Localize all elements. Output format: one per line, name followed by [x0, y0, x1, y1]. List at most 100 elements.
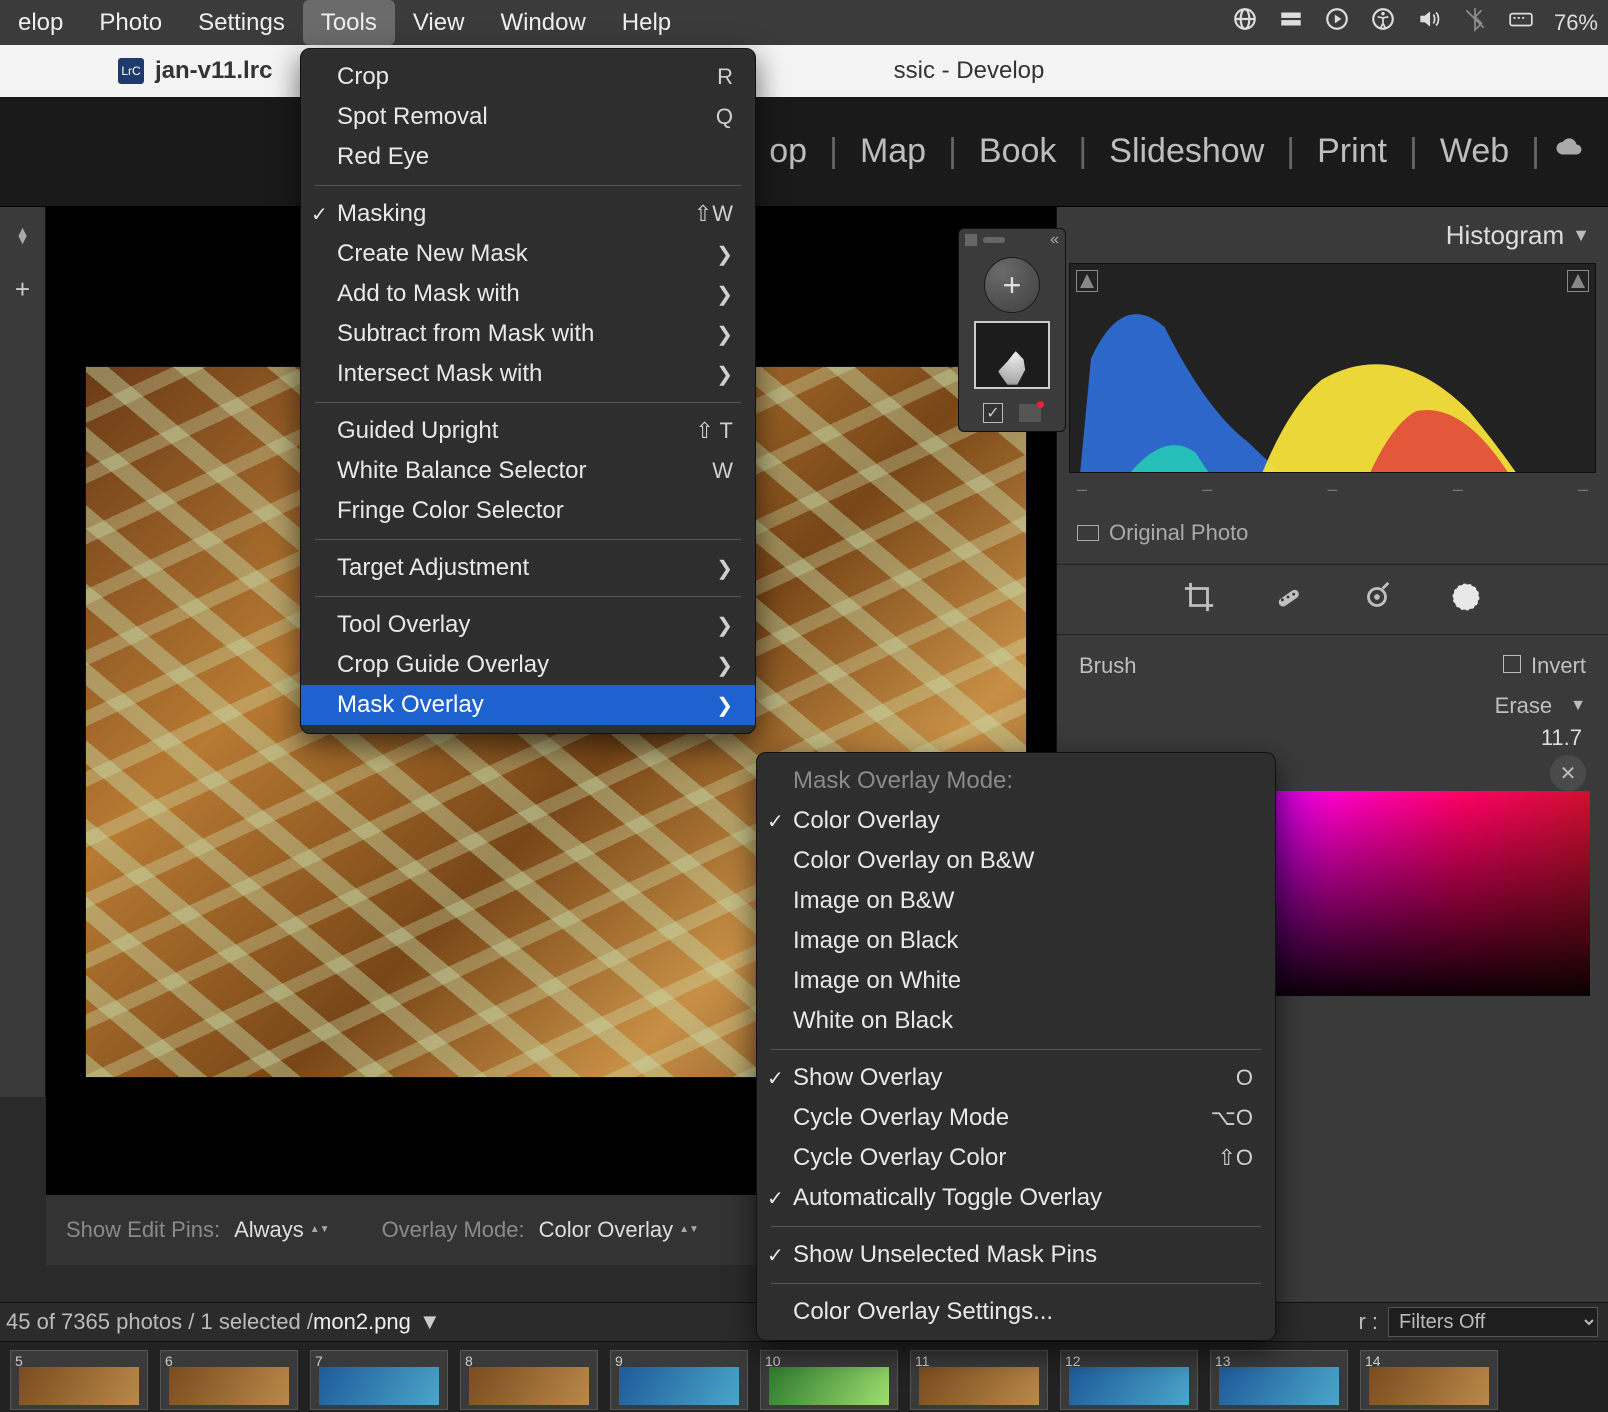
brush-label: Brush	[1079, 653, 1136, 679]
tools-menu-item[interactable]: Subtract from Mask with❯	[301, 314, 755, 354]
grip-icon	[983, 237, 1005, 243]
show-pins-label: Show Edit Pins:	[66, 1217, 220, 1243]
submenu-item[interactable]: ✓Color Overlay	[757, 801, 1275, 841]
menubar-item-settings[interactable]: Settings	[180, 0, 303, 45]
tools-menu-item[interactable]: Fringe Color Selector	[301, 491, 755, 531]
filmstrip[interactable]: 567891011121314	[0, 1342, 1608, 1412]
masking-tool-icon[interactable]	[1449, 580, 1483, 620]
volume-icon[interactable]	[1416, 6, 1442, 39]
histogram-label: Histogram	[1446, 220, 1564, 251]
filmstrip-thumb[interactable]: 6	[160, 1350, 298, 1410]
menubar-item[interactable]: elop	[0, 0, 81, 45]
module-slideshow[interactable]: Slideshow	[1087, 132, 1286, 171]
accessibility-icon[interactable]	[1370, 6, 1396, 39]
show-pins-value[interactable]: Always▲▼	[234, 1217, 329, 1243]
heal-tool-icon[interactable]	[1271, 580, 1305, 620]
histogram[interactable]	[1069, 263, 1596, 473]
filmstrip-thumb[interactable]: 8	[460, 1350, 598, 1410]
tools-menu-item[interactable]: Add to Mask with❯	[301, 274, 755, 314]
bluetooth-off-icon[interactable]	[1462, 6, 1488, 39]
menubar-item-help[interactable]: Help	[604, 0, 689, 45]
erase-label[interactable]: Erase	[1495, 693, 1552, 719]
module-map[interactable]: Map	[838, 132, 948, 171]
filmstrip-thumb[interactable]: 10	[760, 1350, 898, 1410]
tools-menu-item[interactable]: White Balance SelectorW	[301, 451, 755, 491]
develop-tool-icons	[1057, 565, 1608, 635]
left-tool-updown[interactable]: ▲▼	[0, 207, 45, 262]
submenu-item: Mask Overlay Mode:	[757, 761, 1275, 801]
module-book[interactable]: Book	[957, 132, 1079, 171]
submenu-item[interactable]: ✓Show OverlayO	[757, 1058, 1275, 1098]
chevron-left-icon[interactable]: «	[1050, 231, 1059, 249]
close-icon[interactable]: ✕	[1550, 755, 1586, 791]
filmstrip-thumb[interactable]: 12	[1060, 1350, 1198, 1410]
tools-menu-item[interactable]: Mask Overlay❯	[301, 685, 755, 725]
invert-toggle[interactable]: Invert	[1503, 653, 1586, 679]
original-photo-icon	[1077, 525, 1099, 541]
tools-menu-item[interactable]: ✓Masking⇧W	[301, 194, 755, 234]
disk-icon[interactable]	[1278, 6, 1304, 39]
overlay-toggle-icon[interactable]	[1019, 404, 1041, 422]
tools-menu-item[interactable]: Create New Mask❯	[301, 234, 755, 274]
mask-visible-checkbox[interactable]	[983, 403, 1003, 423]
mask-overlay-submenu[interactable]: Mask Overlay Mode:✓Color OverlayColor Ov…	[756, 752, 1276, 1341]
filmstrip-thumb[interactable]: 11	[910, 1350, 1048, 1410]
submenu-item[interactable]: Cycle Overlay Color⇧O	[757, 1138, 1275, 1178]
tools-menu-item[interactable]: Target Adjustment❯	[301, 548, 755, 588]
submenu-item[interactable]: Cycle Overlay Mode⌥O	[757, 1098, 1275, 1138]
tools-menu-item[interactable]: Guided Upright⇧ T	[301, 411, 755, 451]
menubar-item-window[interactable]: Window	[482, 0, 603, 45]
play-circle-icon[interactable]	[1324, 6, 1350, 39]
erase-row: Erase ▼	[1057, 685, 1608, 723]
redeye-tool-icon[interactable]	[1360, 580, 1394, 620]
left-tool-add[interactable]: +	[0, 262, 45, 317]
menubar-item-tools[interactable]: Tools	[303, 0, 395, 45]
keyboard-icon[interactable]	[1508, 6, 1534, 39]
menubar-item-photo[interactable]: Photo	[81, 0, 180, 45]
mask-thumbnail[interactable]	[974, 321, 1050, 389]
submenu-item[interactable]: Image on B&W	[757, 881, 1275, 921]
menubar-item-view[interactable]: View	[395, 0, 483, 45]
filename-dropdown-icon[interactable]: ▼	[419, 1309, 441, 1335]
overlay-mode-value[interactable]: Color Overlay▲▼	[539, 1217, 699, 1243]
submenu-item[interactable]: Image on Black	[757, 921, 1275, 961]
mask-panel-header[interactable]: «	[959, 229, 1065, 251]
tools-menu-item[interactable]: Crop Guide Overlay❯	[301, 645, 755, 685]
filter-select[interactable]: Filters Off	[1388, 1307, 1598, 1337]
tools-menu-item[interactable]: CropR	[301, 57, 755, 97]
filmstrip-thumb[interactable]: 7	[310, 1350, 448, 1410]
filmstrip-thumb[interactable]: 9	[610, 1350, 748, 1410]
tools-menu[interactable]: CropRSpot RemovalQRed Eye ✓Masking⇧WCreat…	[300, 48, 756, 734]
tools-menu-item[interactable]: Tool Overlay❯	[301, 605, 755, 645]
filmstrip-thumb[interactable]: 5	[10, 1350, 148, 1410]
module-print[interactable]: Print	[1295, 132, 1409, 171]
submenu-item[interactable]: ✓Automatically Toggle Overlay	[757, 1178, 1275, 1218]
brush-row: Brush Invert	[1057, 635, 1608, 685]
original-photo-row[interactable]: Original Photo	[1057, 506, 1608, 565]
submenu-item[interactable]: Color Overlay on B&W	[757, 841, 1275, 881]
battery-percent: 76%	[1554, 10, 1598, 36]
module-web[interactable]: Web	[1418, 132, 1531, 171]
histogram-header[interactable]: Histogram ▼	[1057, 207, 1608, 263]
add-mask-button[interactable]: +	[984, 257, 1040, 313]
collapse-icon[interactable]: ▼	[1570, 697, 1586, 715]
submenu-item[interactable]: ✓Show Unselected Mask Pins	[757, 1235, 1275, 1275]
tools-menu-item[interactable]: Spot RemovalQ	[301, 97, 755, 137]
original-photo-label: Original Photo	[1109, 520, 1248, 546]
module-develop[interactable]: op	[747, 132, 829, 171]
submenu-item[interactable]: Color Overlay Settings...	[757, 1292, 1275, 1332]
tools-menu-item[interactable]: Red Eye	[301, 137, 755, 177]
submenu-item[interactable]: Image on White	[757, 961, 1275, 1001]
collapse-icon[interactable]: ▼	[1572, 225, 1590, 246]
cloud-sync-icon[interactable]	[1540, 132, 1598, 171]
submenu-item[interactable]: White on Black	[757, 1001, 1275, 1041]
crop-tool-icon[interactable]	[1182, 580, 1216, 620]
filmstrip-thumb[interactable]: 13	[1210, 1350, 1348, 1410]
tools-menu-item[interactable]: Intersect Mask with❯	[301, 354, 755, 394]
mac-menubar: elop Photo Settings Tools View Window He…	[0, 0, 1608, 45]
current-filename[interactable]: mon2.png	[313, 1309, 411, 1335]
filmstrip-thumb[interactable]: 14	[1360, 1350, 1498, 1410]
mask-panel[interactable]: « +	[958, 228, 1066, 432]
histogram-ticks: – – – – –	[1057, 479, 1608, 506]
globe-icon[interactable]	[1232, 6, 1258, 39]
